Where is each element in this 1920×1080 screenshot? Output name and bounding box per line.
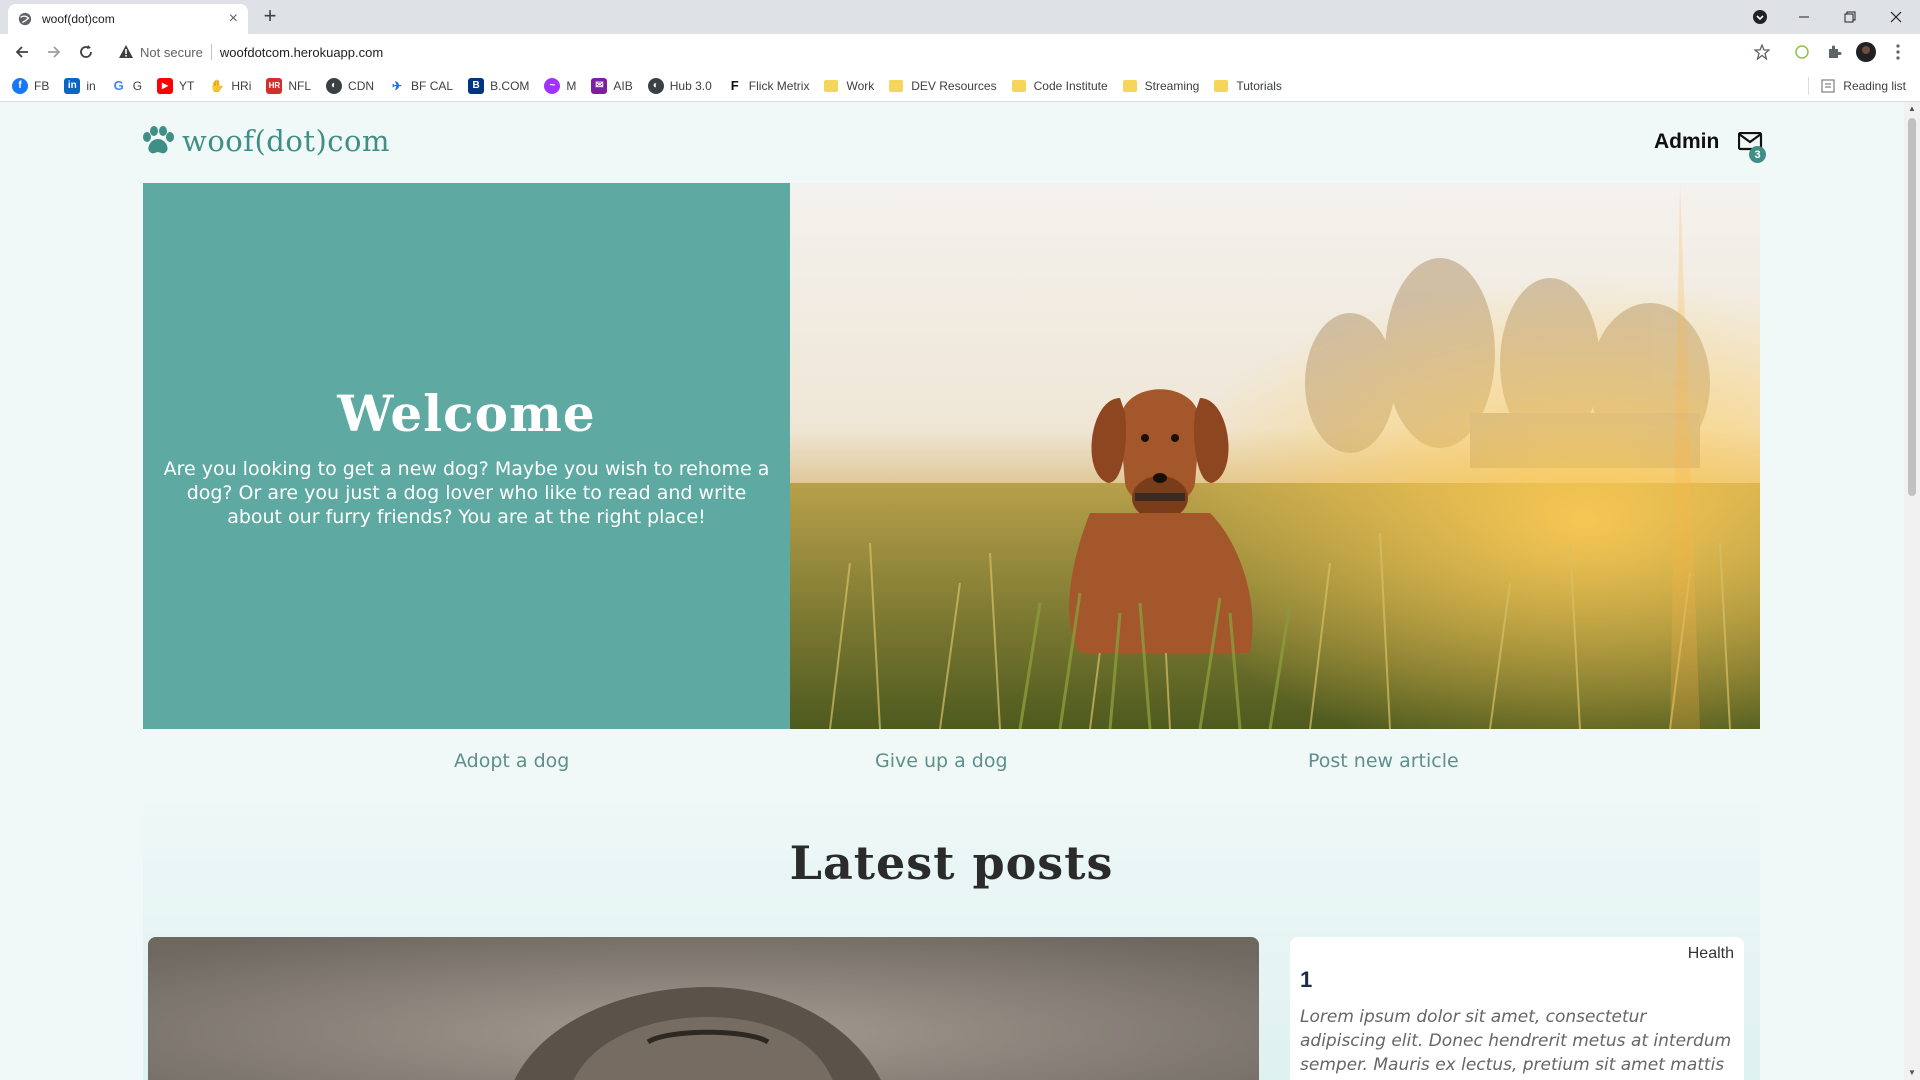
browser-tab[interactable]: woof(dot)com ×: [8, 4, 248, 34]
bookmark-folder-dev-resources[interactable]: DEV Resources: [889, 79, 997, 93]
minimize-icon[interactable]: [1784, 4, 1824, 30]
reading-list-button[interactable]: Reading list: [1808, 70, 1906, 102]
logo-text: woof(dot)com: [182, 124, 390, 158]
welcome-text: Are you looking to get a new dog? Maybe …: [163, 457, 770, 528]
bookmark-folder-streaming[interactable]: Streaming: [1122, 79, 1199, 93]
page-content: woof(dot)com Admin 3 Welcome Are you loo…: [0, 102, 1904, 1080]
tab-title: woof(dot)com: [42, 12, 115, 26]
welcome-title: Welcome: [337, 383, 596, 443]
nfl-icon: HR: [266, 77, 283, 94]
bookmarks-bar: f FB in in GG ▶ YT ✋ HRi HR NFL ◐ CDN ✈ BF CAL …: [0, 70, 1920, 102]
globe-icon: ◐: [647, 77, 664, 94]
bookmark-messenger[interactable]: ~ M: [544, 77, 576, 94]
latest-posts-heading: Latest posts: [789, 836, 1114, 890]
scrollbar-thumb[interactable]: [1908, 118, 1916, 496]
omnibox-divider: [210, 44, 212, 60]
google-icon: G: [110, 77, 127, 94]
bookmark-fb[interactable]: f FB: [12, 77, 49, 94]
globe-icon: ◐: [326, 77, 343, 94]
scroll-down-arrow-icon[interactable]: ▼: [1904, 1066, 1920, 1080]
hri-icon: ✋: [209, 77, 226, 94]
warning-icon: [119, 45, 133, 58]
folder-icon: [1214, 79, 1229, 92]
close-tab-icon[interactable]: ×: [229, 10, 238, 28]
bookmark-nfl[interactable]: HR NFL: [266, 77, 311, 94]
reading-list-divider: [1808, 77, 1810, 95]
browser-toolbar: Not secure woofdotcom.herokuapp.com: [0, 34, 1920, 70]
profile-avatar-icon[interactable]: [1856, 42, 1876, 62]
address-bar[interactable]: Not secure woofdotcom.herokuapp.com: [108, 38, 1768, 66]
bookmark-star-icon[interactable]: [1752, 42, 1772, 62]
bookmark-folder-code-institute[interactable]: Code Institute: [1011, 79, 1108, 93]
folder-icon: [824, 79, 839, 92]
post-excerpt: Lorem ipsum dolor sit amet, consectetur …: [1300, 1007, 1732, 1075]
dachshund-hero-image: [790, 183, 1760, 729]
give-up-dog-link[interactable]: Give up a dog: [875, 750, 1008, 772]
linkedin-icon: in: [64, 77, 81, 94]
menu-kebab-icon[interactable]: [1888, 42, 1908, 62]
bookmark-bfcal[interactable]: ✈ BF CAL: [389, 77, 453, 94]
bfcal-icon: ✈: [389, 77, 406, 94]
reading-list-icon: [1821, 79, 1835, 93]
restore-icon[interactable]: [1830, 4, 1870, 30]
bookmark-hub[interactable]: ◐ Hub 3.0: [647, 77, 712, 94]
bookmark-youtube[interactable]: ▶ YT: [157, 77, 194, 94]
booking-icon: B: [468, 77, 485, 94]
welcome-panel: Welcome Are you looking to get a new dog…: [143, 183, 790, 729]
tab-search-icon[interactable]: [1740, 4, 1780, 30]
url-text[interactable]: woofdotcom.herokuapp.com: [220, 45, 383, 60]
folder-icon: [1122, 79, 1137, 92]
post-title[interactable]: 1: [1300, 967, 1312, 993]
flickmetrix-icon: F: [726, 77, 743, 94]
scroll-up-arrow-icon[interactable]: ▲: [1904, 102, 1920, 116]
folder-icon: [1011, 79, 1026, 92]
quick-links: Adopt a dog Give up a dog Post new artic…: [0, 750, 1904, 780]
back-icon[interactable]: [10, 40, 34, 64]
forward-icon[interactable]: [42, 40, 66, 64]
youtube-icon: ▶: [157, 77, 174, 94]
close-window-icon[interactable]: [1876, 4, 1916, 30]
admin-link[interactable]: Admin: [1654, 130, 1719, 154]
post-image[interactable]: [148, 937, 1259, 1080]
facebook-icon: f: [12, 77, 28, 94]
post-new-article-link[interactable]: Post new article: [1308, 750, 1459, 772]
post-category[interactable]: Health: [1688, 945, 1734, 963]
bookmark-google[interactable]: GG: [110, 77, 142, 94]
bookmark-folder-tutorials[interactable]: Tutorials: [1214, 79, 1282, 93]
extensions-puzzle-icon[interactable]: [1824, 42, 1844, 62]
globe-icon: [18, 12, 32, 26]
folder-icon: [889, 79, 904, 92]
adopt-dog-link[interactable]: Adopt a dog: [454, 750, 569, 772]
hero-section: Welcome Are you looking to get a new dog…: [143, 183, 1760, 729]
bookmark-aib[interactable]: ✉ AIB: [591, 77, 633, 94]
reload-icon[interactable]: [74, 40, 98, 64]
bookmark-booking[interactable]: B B.COM: [468, 77, 529, 94]
paw-icon: [143, 126, 174, 154]
bookmark-hri[interactable]: ✋ HRi: [209, 77, 251, 94]
new-tab-button[interactable]: +: [258, 5, 282, 29]
aib-icon: ✉: [591, 77, 608, 94]
security-label[interactable]: Not secure: [140, 45, 203, 60]
messenger-icon: ~: [544, 77, 561, 94]
post-card[interactable]: Health 1 Lorem ipsum dolor sit amet, con…: [1290, 937, 1744, 1080]
extension-loading-icon[interactable]: [1792, 42, 1812, 62]
tab-strip: woof(dot)com × +: [0, 0, 1920, 34]
site-logo[interactable]: woof(dot)com: [140, 124, 390, 158]
bookmark-flickmetrix[interactable]: F Flick Metrix: [726, 77, 809, 94]
bookmark-cdn[interactable]: ◐ CDN: [326, 77, 374, 94]
bookmark-linkedin[interactable]: in in: [64, 77, 96, 94]
page-scrollbar[interactable]: ▲ ▼: [1904, 102, 1920, 1080]
bookmark-folder-work[interactable]: Work: [824, 79, 874, 93]
message-count-badge: 3: [1749, 146, 1766, 163]
